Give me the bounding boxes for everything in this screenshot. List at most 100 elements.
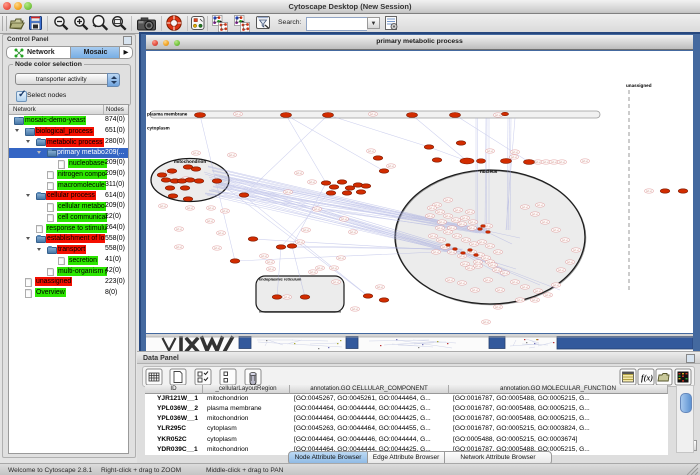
svg-text:unassigned: unassigned [626, 83, 652, 88]
svg-text:lab el: lab el [532, 299, 538, 302]
svg-text:lab el: lab el [377, 286, 383, 289]
svg-text:lab el: lab el [512, 151, 518, 154]
svg-text:lab el: lab el [559, 161, 565, 164]
svg-text:lab el: lab el [470, 221, 476, 224]
svg-text:lab el: lab el [160, 205, 166, 208]
svg-text:lab el: lab el [445, 231, 451, 234]
svg-text:lab el: lab el [495, 306, 501, 309]
svg-text:lab el: lab el [453, 219, 459, 222]
svg-text:lab el: lab el [545, 294, 551, 297]
svg-text:lab el: lab el [535, 290, 541, 293]
svg-text:lab el: lab el [433, 251, 439, 254]
svg-text:lab el: lab el [388, 165, 394, 168]
svg-text:endoplasmic reticulum: endoplasmic reticulum [259, 277, 302, 282]
svg-text:lab el: lab el [475, 261, 481, 264]
svg-text:lab el: lab el [207, 220, 213, 223]
svg-text:lab el: lab el [522, 286, 528, 289]
svg-text:lab el: lab el [553, 229, 559, 232]
svg-text:lab el: lab el [176, 228, 182, 231]
svg-text:lab el: lab el [193, 152, 199, 155]
svg-text:lab el: lab el [472, 289, 478, 292]
svg-text:lab el: lab el [459, 223, 465, 226]
svg-text:f(x): f(x) [641, 374, 653, 383]
svg-text:lab el: lab el [434, 204, 440, 207]
svg-text:lab el: lab el [430, 235, 436, 238]
svg-text:lab el: lab el [445, 215, 451, 218]
svg-text:lab el: lab el [176, 246, 182, 249]
svg-text:lab el: lab el [449, 251, 455, 254]
svg-text:nucleus: nucleus [480, 169, 498, 174]
svg-text:lab el: lab el [469, 227, 475, 230]
svg-text:lab el: lab el [268, 268, 274, 271]
svg-text:lab el: lab el [222, 210, 228, 213]
svg-text:lab el: lab el [490, 264, 496, 267]
svg-text:lab el: lab el [296, 172, 302, 175]
svg-text:lab el: lab el [522, 206, 528, 209]
svg-text:lab el: lab el [338, 257, 344, 260]
svg-text:lab el: lab el [454, 235, 460, 238]
svg-text:lab el: lab el [437, 211, 443, 214]
svg-text:lab el: lab el [208, 207, 214, 210]
svg-text:lab el: lab el [449, 227, 455, 230]
svg-text:lab el: lab el [551, 161, 557, 164]
svg-text:lab el: lab el [261, 255, 267, 258]
svg-text:lab el: lab el [495, 251, 501, 254]
svg-text:lab el: lab el [285, 191, 291, 194]
svg-text:mitochondrion: mitochondrion [174, 159, 206, 164]
svg-text:lab el: lab el [445, 199, 451, 202]
svg-text:lab el: lab el [567, 261, 573, 264]
svg-text:lab el: lab el [558, 269, 564, 272]
svg-text:lab el: lab el [542, 221, 548, 224]
svg-text:lab el: lab el [467, 211, 473, 214]
svg-text:lab el: lab el [352, 308, 358, 311]
svg-text:lab el: lab el [317, 267, 323, 270]
svg-text:lab el: lab el [350, 231, 356, 234]
svg-text:lab el: lab el [438, 239, 444, 242]
svg-text:lab el: lab el [494, 269, 500, 272]
svg-text:lab el: lab el [646, 190, 652, 193]
svg-text:lab el: lab el [479, 241, 485, 244]
svg-text:lab el: lab el [495, 114, 501, 117]
svg-text:lab el: lab el [573, 249, 579, 252]
svg-text:lab el: lab el [582, 160, 588, 163]
svg-text:lab el: lab el [314, 208, 320, 211]
svg-text:lab el: lab el [483, 257, 489, 260]
svg-text:lab el: lab el [187, 207, 193, 210]
svg-text:lab el: lab el [297, 241, 303, 244]
svg-text:lab el: lab el [368, 150, 374, 153]
svg-text:lab el: lab el [517, 299, 523, 302]
svg-text:lab el: lab el [429, 207, 435, 210]
svg-text:lab el: lab el [511, 156, 517, 159]
svg-text:lab el: lab el [462, 217, 468, 220]
svg-text:lab el: lab el [459, 255, 465, 258]
svg-text:lab el: lab el [333, 281, 339, 284]
svg-text:lab el: lab el [427, 215, 433, 218]
svg-text:lab el: lab el [543, 161, 549, 164]
svg-text:lab el: lab el [502, 272, 508, 275]
svg-text:lab el: lab el [467, 267, 473, 270]
svg-text:lab el: lab el [310, 271, 316, 274]
svg-text:lab el: lab el [455, 209, 461, 212]
svg-text:lab el: lab el [214, 247, 220, 250]
svg-text:lab el: lab el [483, 321, 489, 324]
svg-text:lab el: lab el [267, 261, 273, 264]
svg-text:lab el: lab el [459, 282, 465, 285]
svg-text:lab el: lab el [437, 227, 443, 230]
svg-text:lab el: lab el [487, 150, 493, 153]
svg-text:lab el: lab el [463, 239, 469, 242]
svg-text:lab el: lab el [553, 284, 559, 287]
svg-text:lab el: lab el [331, 267, 337, 270]
svg-text:lab el: lab el [485, 225, 491, 228]
svg-text:lab el: lab el [235, 113, 241, 116]
svg-text:lab el: lab el [284, 296, 290, 299]
svg-text:lab el: lab el [218, 232, 224, 235]
svg-text:lab el: lab el [462, 263, 468, 266]
svg-text:lab el: lab el [532, 213, 538, 216]
svg-text:lab el: lab el [309, 181, 315, 184]
svg-text:lab el: lab el [370, 113, 376, 116]
svg-text:lab el: lab el [562, 239, 568, 242]
svg-text:lab el: lab el [485, 279, 491, 282]
svg-text:lab el: lab el [471, 243, 477, 246]
svg-text:lab el: lab el [497, 289, 503, 292]
svg-text:lab el: lab el [229, 154, 235, 157]
